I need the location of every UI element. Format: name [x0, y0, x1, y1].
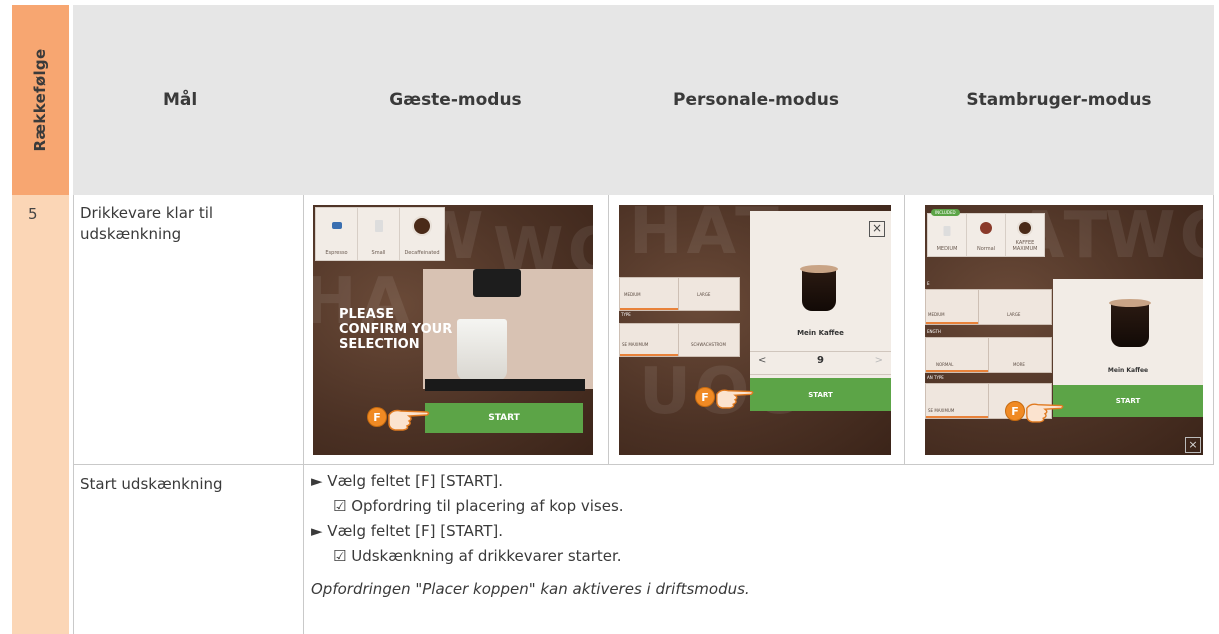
option-large[interactable]: LARGE [678, 277, 740, 311]
option-strength[interactable]: SE MAXIMUM [925, 383, 989, 419]
tile-espresso[interactable]: Espresso [315, 207, 358, 261]
start-button[interactable]: START [425, 403, 583, 433]
header-staff-mode: Personale-modus [673, 90, 839, 110]
tile-kaffee-maximum[interactable]: KAFFEE MAXIMUM [1005, 213, 1045, 257]
increment-button[interactable]: > [875, 355, 883, 366]
start-button[interactable]: START [750, 378, 891, 411]
instruction-result-2: ☑ Udskænkning af drikkevarer starter. [333, 547, 622, 565]
header-goal: Mål [163, 90, 198, 110]
glass-icon [943, 226, 951, 236]
divider [1213, 195, 1214, 464]
coffee-cup-illustration [1111, 303, 1149, 347]
header-order-cell: Rækkefølge [12, 5, 69, 195]
step-number: 5 [28, 205, 38, 223]
close-icon[interactable]: × [1185, 437, 1201, 453]
regular-mode-screenshot: AT WOU MEDIUM INCLUDED Normal KAFFEE MAX… [925, 205, 1203, 455]
staff-mode-screenshot: HAT UOU MEDIUM LARGE TYPE SE MAXIMUM SCH… [619, 205, 891, 455]
product-name: Mein Kaffee [1107, 367, 1149, 374]
instruction-result-1: ☑ Opfordring til placering af kop vises. [333, 497, 624, 515]
option-normal[interactable]: NORMAL [925, 337, 989, 373]
start-button[interactable]: START [1053, 385, 1203, 417]
tile-medium[interactable]: MEDIUM [927, 213, 967, 257]
beans-icon [980, 222, 992, 234]
divider [608, 195, 609, 464]
guest-mode-screenshot: W WOUR HA Espresso Small Decaffeinated P… [313, 205, 593, 455]
header-regular-mode: Stambruger-modus [966, 90, 1152, 110]
option-schwachstrom[interactable]: SCHWACHSTROM [678, 323, 740, 357]
tile-normal[interactable]: Normal [966, 213, 1006, 257]
quantity-value: 9 [817, 355, 824, 366]
pointing-hand-icon [388, 409, 430, 431]
glass-icon [374, 220, 383, 232]
cup-illustration [457, 319, 507, 381]
coffee-cup-illustration [802, 269, 836, 311]
cup-icon [331, 222, 342, 229]
f-marker-badge: F [1005, 401, 1025, 421]
divider [303, 195, 304, 634]
f-marker-badge: F [695, 387, 715, 407]
pointing-hand-icon [716, 389, 754, 409]
option-strength[interactable]: SE MAXIMUM [619, 323, 679, 357]
tile-small[interactable]: Small [357, 207, 400, 261]
option-medium[interactable]: MEDIUM [619, 277, 679, 311]
goal-start-dispensing: Start udskænkning [80, 475, 223, 493]
f-marker-badge: F [367, 407, 387, 427]
confirm-message: PLEASE CONFIRM YOUR SELECTION [339, 307, 453, 352]
option-large[interactable]: LARGE [978, 289, 1052, 325]
pointing-hand-icon [1026, 403, 1064, 423]
beans-icon [412, 216, 432, 236]
header-order: Rækkefølge [31, 48, 49, 152]
instruction-note: Opfordringen "Placer koppen" kan aktiver… [311, 580, 750, 598]
order-column [12, 195, 69, 634]
header-guest-mode: Gæste-modus [389, 90, 522, 110]
option-more[interactable]: MORE [988, 337, 1052, 373]
option-medium[interactable]: MEDIUM [925, 289, 979, 325]
product-name: Mein Kaffee [797, 329, 844, 337]
included-badge: INCLUDED [931, 209, 960, 216]
tile-decaffeinated[interactable]: Decaffeinated [399, 207, 445, 261]
divider [73, 195, 74, 634]
beans-icon [1017, 220, 1033, 236]
divider [904, 195, 905, 464]
instruction-step-2: ► Vælg feltet [F] [START]. [311, 522, 504, 540]
goal-ready: Drikkevare klar til udskænkning [80, 204, 214, 243]
divider [73, 464, 1214, 465]
close-icon[interactable]: × [869, 221, 885, 237]
instruction-step-1: ► Vælg feltet [F] [START]. [311, 472, 504, 490]
